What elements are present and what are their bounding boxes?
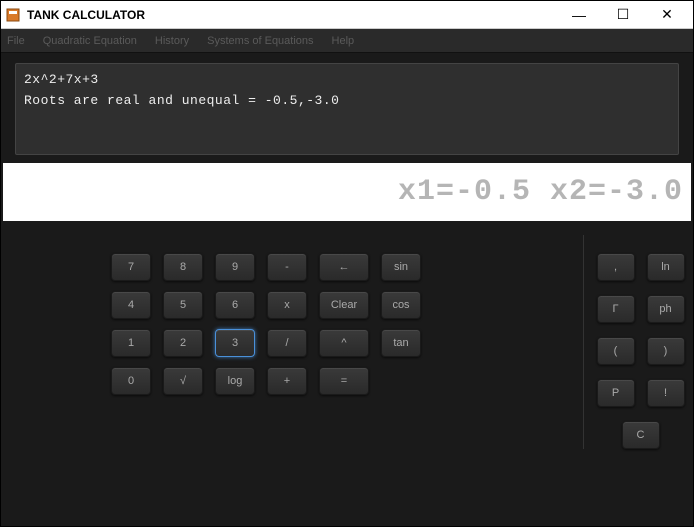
key-c[interactable]: C	[622, 421, 660, 449]
key-9[interactable]: 9	[215, 253, 255, 281]
key-cos[interactable]: cos	[381, 291, 421, 319]
key-gamma[interactable]: Γ	[597, 295, 635, 323]
menu-file[interactable]: File	[7, 35, 25, 47]
key-clear[interactable]: Clear	[319, 291, 369, 319]
display: x1=-0.5 x2=-3.0	[3, 163, 691, 221]
window-controls: — ☐ ✕	[557, 1, 689, 29]
key-7[interactable]: 7	[111, 253, 151, 281]
key-equals[interactable]: =	[319, 367, 369, 395]
display-value: x1=-0.5 x2=-3.0	[398, 175, 683, 209]
side-keypad: , ln Γ ph ( ) P ! C	[583, 235, 683, 449]
key-3[interactable]: 3	[215, 329, 255, 357]
menu-systems[interactable]: Systems of Equations	[207, 35, 313, 47]
key-tan[interactable]: tan	[381, 329, 421, 357]
maximize-button[interactable]: ☐	[601, 1, 645, 29]
minimize-button[interactable]: —	[557, 1, 601, 29]
key-minus[interactable]: -	[267, 253, 307, 281]
key-row: 1 2 3 / ^ tan	[111, 329, 563, 357]
key-6[interactable]: 6	[215, 291, 255, 319]
menu-bar: File Quadratic Equation History Systems …	[1, 29, 693, 53]
key-1[interactable]: 1	[111, 329, 151, 357]
key-plus[interactable]: +	[267, 367, 307, 395]
key-row: 4 5 6 x Clear cos	[111, 291, 563, 319]
key-multiply[interactable]: x	[267, 291, 307, 319]
key-p[interactable]: P	[597, 379, 635, 407]
main-keypad: 7 8 9 - ← sin 4 5 6 x Clear cos 1 2 3 / …	[11, 235, 573, 449]
key-ln[interactable]: ln	[647, 253, 685, 281]
window-title: TANK CALCULATOR	[27, 8, 557, 22]
menu-help[interactable]: Help	[332, 35, 355, 47]
key-power[interactable]: ^	[319, 329, 369, 357]
key-ph[interactable]: ph	[647, 295, 685, 323]
app-icon	[5, 7, 21, 23]
menu-history[interactable]: History	[155, 35, 189, 47]
keypad-area: 7 8 9 - ← sin 4 5 6 x Clear cos 1 2 3 / …	[1, 221, 693, 459]
key-sqrt[interactable]: √	[163, 367, 203, 395]
key-8[interactable]: 8	[163, 253, 203, 281]
key-2[interactable]: 2	[163, 329, 203, 357]
history-panel: 2x^2+7x+3 Roots are real and unequal = -…	[15, 63, 679, 155]
key-rparen[interactable]: )	[647, 337, 685, 365]
close-button[interactable]: ✕	[645, 1, 689, 29]
key-row: 7 8 9 - ← sin	[111, 253, 563, 281]
key-lparen[interactable]: (	[597, 337, 635, 365]
menu-quadratic[interactable]: Quadratic Equation	[43, 35, 137, 47]
history-line: Roots are real and unequal = -0.5,-3.0	[24, 91, 670, 112]
key-row: 0 √ log + =	[111, 367, 563, 395]
history-line: 2x^2+7x+3	[24, 70, 670, 91]
key-comma[interactable]: ,	[597, 253, 635, 281]
key-5[interactable]: 5	[163, 291, 203, 319]
key-backspace[interactable]: ←	[319, 253, 369, 281]
key-log[interactable]: log	[215, 367, 255, 395]
key-4[interactable]: 4	[111, 291, 151, 319]
key-excl[interactable]: !	[647, 379, 685, 407]
key-divide[interactable]: /	[267, 329, 307, 357]
key-sin[interactable]: sin	[381, 253, 421, 281]
title-bar: TANK CALCULATOR — ☐ ✕	[1, 1, 693, 29]
key-0[interactable]: 0	[111, 367, 151, 395]
